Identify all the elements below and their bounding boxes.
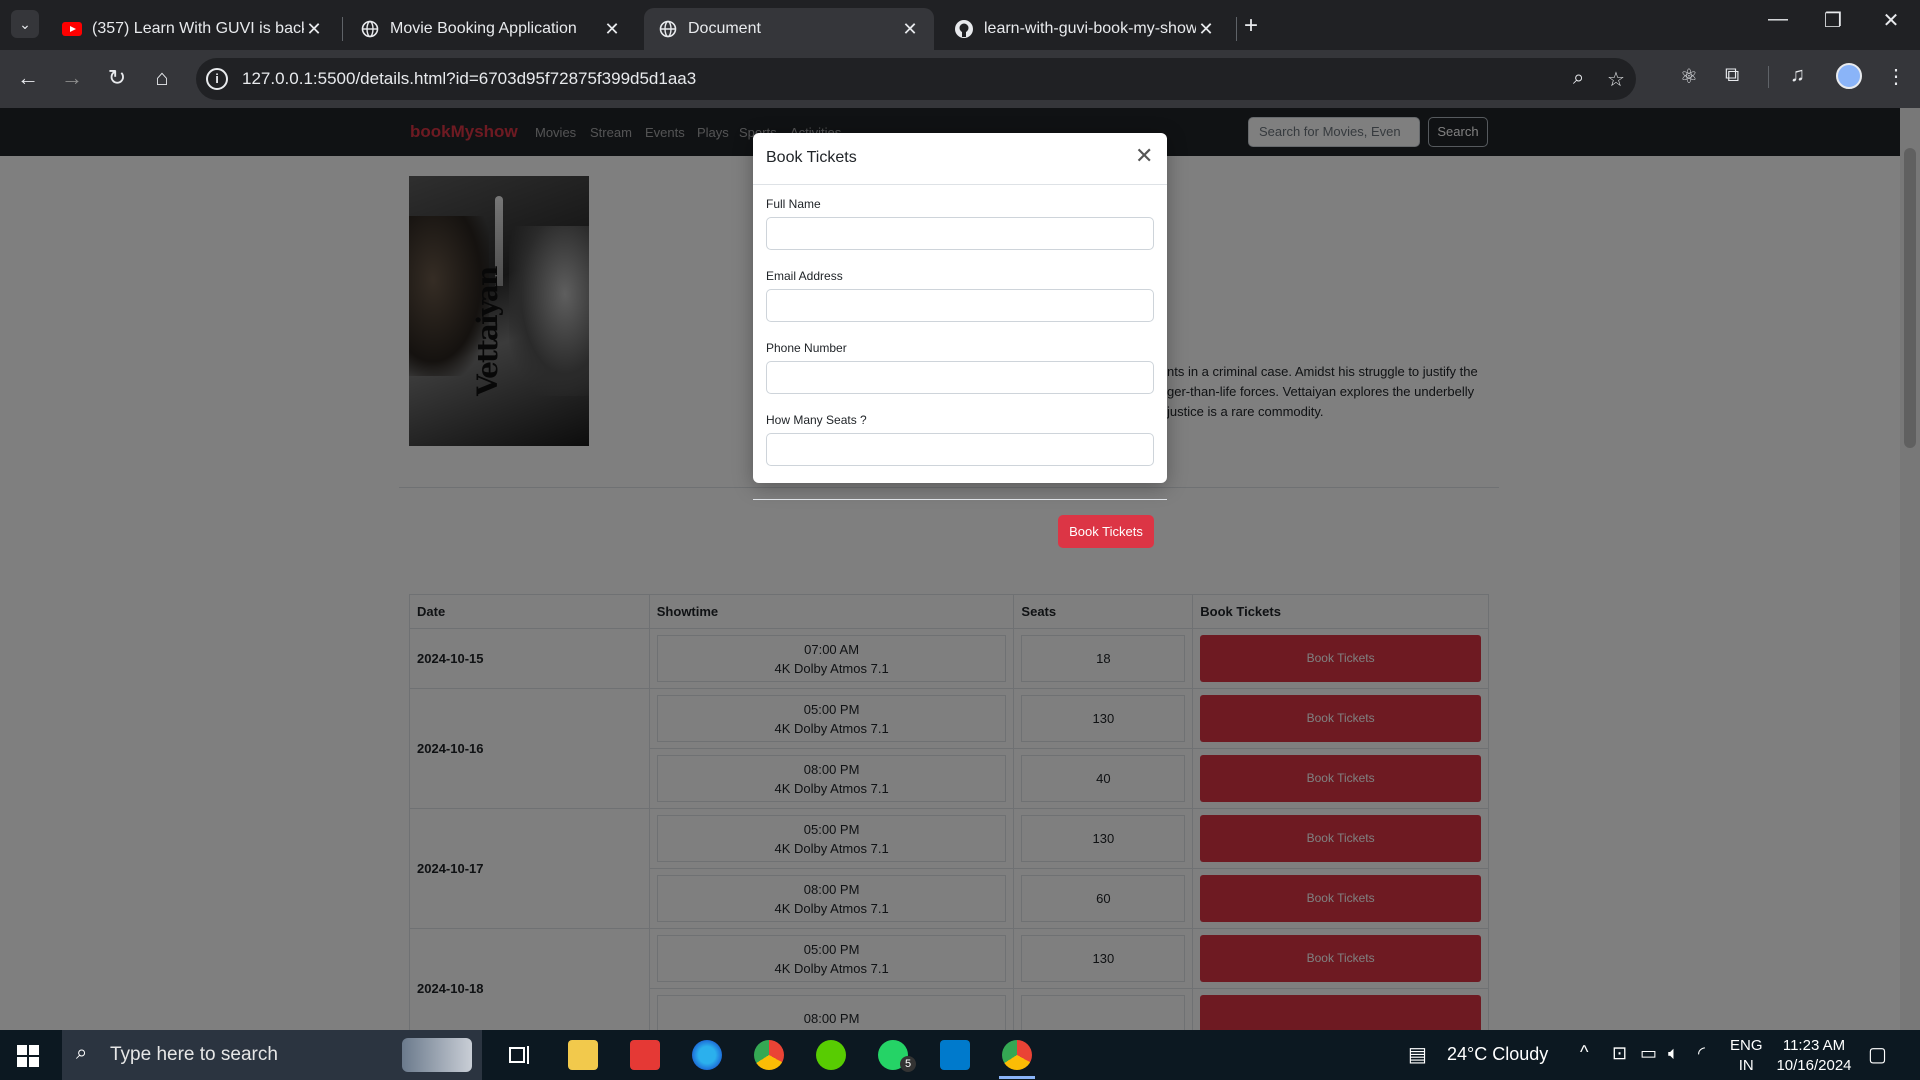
modal-title: Book Tickets [766, 149, 857, 166]
active-app-indicator [999, 1076, 1035, 1079]
language-indicator[interactable]: ENG IN [1730, 1036, 1763, 1076]
browser-toolbar: ← → ↻ ⌂ i 127.0.0.1:5500/details.html?id… [0, 50, 1920, 108]
profile-avatar[interactable] [1836, 63, 1862, 89]
reload-icon: ↻ [107, 65, 127, 90]
modal-footer-divider [753, 499, 1167, 500]
taskbar-clock[interactable]: 11:23 AM 10/16/2024 [1769, 1036, 1859, 1076]
taskbar-search-box[interactable]: ⌕ Type here to search [62, 1030, 482, 1080]
close-icon[interactable]: ✕ [900, 19, 920, 40]
phone-input[interactable] [766, 361, 1154, 394]
volume-icon[interactable]: 🔈︎ [1668, 1043, 1679, 1064]
windows-taskbar: ⌕ Type here to search 5 ▤ 24°C Cloudy ^ … [0, 1030, 1920, 1080]
full-name-label: Full Name [766, 197, 821, 211]
toolbar-separator [1768, 66, 1769, 88]
task-view-icon[interactable] [505, 1040, 535, 1070]
github-icon [954, 19, 974, 39]
restore-button[interactable]: ❐ [1810, 8, 1856, 33]
language-bottom: IN [1738, 1057, 1754, 1074]
close-icon: ✕ [1135, 143, 1154, 168]
page-viewport: bookMyshow Movies Stream Events Plays Sp… [0, 108, 1920, 1030]
tab-title: learn-with-guvi-book-my-show [984, 20, 1196, 37]
weather-text[interactable]: 24°C Cloudy [1447, 1044, 1548, 1065]
taskbar-search-placeholder: Type here to search [110, 1044, 278, 1065]
youtube-app-icon[interactable] [630, 1040, 660, 1070]
url-text[interactable]: 127.0.0.1:5500/details.html?id=6703d95f7… [242, 69, 696, 89]
zoom-icon[interactable]: ⌕ [1573, 67, 1584, 90]
battery-icon[interactable]: ▭ [1640, 1043, 1657, 1064]
browser-tab-movie-booking[interactable]: Movie Booking Application ✕ [346, 8, 636, 50]
tab-title: Movie Booking Application [390, 20, 577, 37]
address-bar[interactable]: i 127.0.0.1:5500/details.html?id=6703d95… [196, 58, 1636, 100]
whatsapp-badge: 5 [900, 1056, 916, 1072]
clock-time: 11:23 AM [1782, 1037, 1846, 1054]
file-explorer-icon[interactable] [568, 1040, 598, 1070]
restore-icon: ❐ [1824, 10, 1842, 32]
close-icon[interactable]: ✕ [602, 19, 622, 40]
seats-label: How Many Seats ? [766, 413, 867, 427]
globe-icon [658, 19, 678, 39]
full-name-input[interactable] [766, 217, 1154, 250]
minimize-button[interactable]: — [1755, 8, 1801, 31]
tab-title: Document [688, 20, 761, 37]
back-button[interactable]: ← [14, 65, 42, 91]
globe-icon [360, 19, 380, 39]
modal-close-button[interactable]: ✕ [1135, 145, 1153, 167]
book-tickets-modal: Book Tickets ✕ Full Name Email Address P… [753, 133, 1167, 483]
plus-icon: + [1244, 12, 1259, 39]
chrome-active-icon[interactable] [1002, 1040, 1032, 1070]
close-icon[interactable]: ✕ [304, 19, 324, 40]
close-icon: ✕ [1882, 10, 1900, 32]
meet-icon[interactable]: ⊡ [1612, 1043, 1627, 1064]
extensions-puzzle-icon[interactable]: ⧉ [1725, 64, 1739, 87]
tray-overflow-chevron-icon[interactable]: ^ [1580, 1042, 1588, 1063]
arrow-right-icon: → [61, 65, 83, 90]
media-control-icon[interactable]: ♫ [1790, 64, 1805, 87]
window-close-button[interactable]: ✕ [1868, 8, 1914, 33]
browser-tabstrip: ⌄ (357) Learn With GUVI is back w ✕ Movi… [0, 0, 1920, 50]
bookmark-star-icon[interactable]: ☆ [1607, 67, 1625, 92]
email-label: Email Address [766, 269, 843, 283]
tab-separator [1236, 17, 1237, 41]
search-icon: ⌕ [76, 1042, 88, 1064]
vscode-icon[interactable] [940, 1040, 970, 1070]
browser-tab-youtube[interactable]: (357) Learn With GUVI is back w ✕ [48, 8, 338, 50]
notifications-icon[interactable]: ▢ [1868, 1042, 1887, 1067]
language-top: ENG [1730, 1037, 1763, 1054]
site-info-icon[interactable]: i [206, 68, 228, 90]
arrow-left-icon: ← [17, 65, 39, 90]
windows-start-button[interactable] [17, 1045, 39, 1067]
clock-date: 10/16/2024 [1776, 1057, 1852, 1074]
seats-input[interactable] [766, 433, 1154, 466]
chrome-icon[interactable] [754, 1040, 784, 1070]
duolingo-icon[interactable] [816, 1040, 846, 1070]
wifi-icon[interactable]: ◜ [1698, 1043, 1705, 1064]
phone-label: Phone Number [766, 341, 847, 355]
email-input[interactable] [766, 289, 1154, 322]
forward-button[interactable]: → [58, 65, 86, 91]
edge-icon[interactable] [692, 1040, 722, 1070]
chevron-down-icon: ⌄ [19, 15, 31, 32]
modal-header: Book Tickets ✕ [753, 133, 1167, 185]
menu-kebab-icon[interactable]: ⋮ [1886, 64, 1906, 89]
tab-separator [342, 17, 343, 41]
home-button[interactable]: ⌂ [148, 65, 176, 91]
minimize-icon: — [1768, 8, 1788, 30]
browser-tab-github[interactable]: learn-with-guvi-book-my-show ✕ [940, 8, 1230, 50]
youtube-icon [62, 19, 82, 39]
tab-search-button[interactable]: ⌄ [11, 10, 39, 38]
home-icon: ⌂ [155, 65, 169, 90]
new-tab-button[interactable]: + [1244, 12, 1258, 40]
search-highlight-image [402, 1038, 472, 1072]
close-icon[interactable]: ✕ [1196, 19, 1216, 40]
tab-title: (357) Learn With GUVI is back w [92, 20, 304, 37]
modal-book-tickets-button[interactable]: Book Tickets [1058, 515, 1154, 548]
browser-tab-document[interactable]: Document ✕ [644, 8, 934, 50]
reload-button[interactable]: ↻ [103, 65, 131, 91]
weather-icon[interactable]: ▤ [1408, 1042, 1427, 1067]
extension-react-icon[interactable]: ⚛ [1680, 64, 1698, 89]
